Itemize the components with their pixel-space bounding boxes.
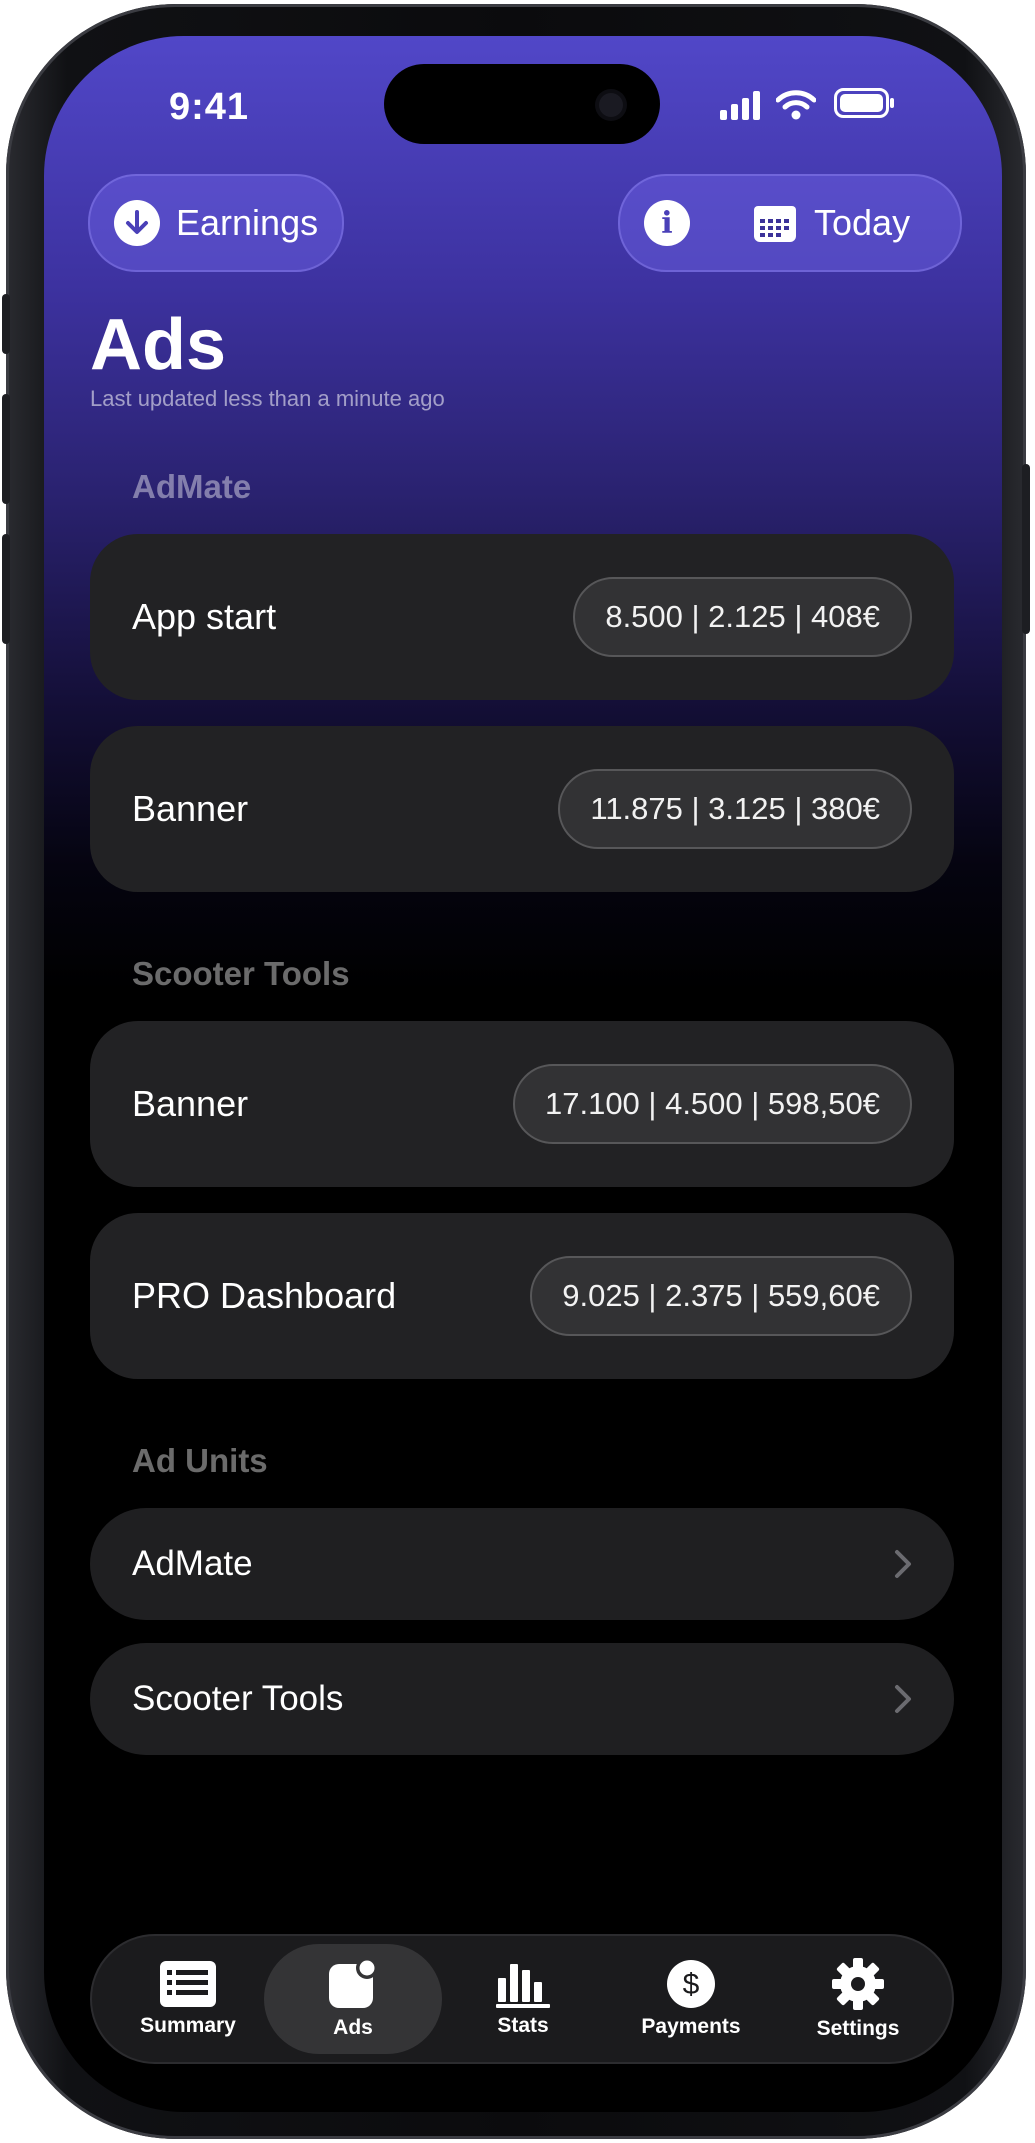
action-button	[2, 294, 10, 354]
section-title-admate: AdMate	[132, 468, 252, 505]
calendar-icon	[754, 206, 796, 242]
ads-badge-icon	[329, 1958, 378, 2008]
chevron-right-icon	[895, 1685, 911, 1713]
list-icon	[160, 1961, 216, 2007]
tab-stats[interactable]: Stats	[444, 1936, 602, 2062]
tab-summary[interactable]: Summary	[112, 1936, 264, 2062]
earnings-label: Earnings	[176, 202, 319, 243]
ad-unit-row-admate[interactable]: AdMate	[90, 1508, 954, 1620]
ad-card-label: App start	[132, 596, 277, 637]
ad-card-label: PRO Dashboard	[132, 1275, 397, 1316]
ad-card-scooter-banner[interactable]: Banner 17.100 | 4.500 | 598,50€	[90, 1021, 954, 1187]
page-title: Ads	[90, 305, 227, 385]
ad-stats-pill: 9.025 | 2.375 | 559,60€	[530, 1256, 912, 1336]
section-title-ad-units: Ad Units	[132, 1442, 268, 1479]
tab-label: Ads	[333, 2016, 373, 2039]
signal-icon	[720, 91, 760, 120]
arrow-down-circle-icon	[114, 200, 160, 246]
screen: 9:41 Earnings i Today Ads Last updated l…	[44, 36, 1002, 2112]
tab-label: Stats	[497, 2014, 549, 2037]
ad-stats-pill: 8.500 | 2.125 | 408€	[573, 577, 912, 657]
earnings-button[interactable]: Earnings	[88, 174, 344, 272]
gear-icon	[832, 1958, 884, 2010]
ad-unit-label: AdMate	[132, 1544, 253, 1583]
dollar-circle-icon: $	[667, 1960, 715, 2008]
bar-chart-icon	[496, 1964, 550, 2008]
header-right-group: i Today	[618, 174, 962, 272]
info-icon[interactable]: i	[644, 200, 690, 246]
tab-payments[interactable]: $ Payments	[602, 1936, 780, 2062]
status-time: 9:41	[168, 86, 250, 128]
chevron-right-icon	[895, 1550, 911, 1578]
volume-up-button	[2, 394, 10, 504]
last-updated-text: Last updated less than a minute ago	[90, 386, 445, 411]
camera-icon	[599, 93, 623, 117]
tab-label: Summary	[140, 2014, 236, 2037]
battery-icon	[834, 88, 894, 118]
phone-frame: 9:41 Earnings i Today Ads Last updated l…	[2, 4, 1030, 2139]
power-button	[1022, 464, 1030, 634]
tab-bar: Summary Ads Stats $ Payments Settings	[90, 1934, 954, 2064]
section-title-scooter-tools: Scooter Tools	[132, 955, 350, 992]
ad-stats-pill: 11.875 | 3.125 | 380€	[558, 769, 912, 849]
tab-settings[interactable]: Settings	[780, 1936, 936, 2062]
tab-ads[interactable]: Ads	[264, 1944, 442, 2054]
tab-label: Payments	[641, 2015, 741, 2038]
ad-stats-pill: 17.100 | 4.500 | 598,50€	[512, 1064, 912, 1144]
ad-unit-label: Scooter Tools	[132, 1679, 344, 1718]
volume-down-button	[2, 534, 10, 644]
today-label: Today	[814, 202, 911, 243]
ad-card-admate-banner[interactable]: Banner 11.875 | 3.125 | 380€	[90, 726, 954, 892]
svg-text:$: $	[683, 1968, 700, 2001]
tab-label: Settings	[816, 2017, 900, 2040]
ad-card-scooter-pro-dashboard[interactable]: PRO Dashboard 9.025 | 2.375 | 559,60€	[90, 1213, 954, 1379]
wifi-icon	[776, 90, 816, 120]
ad-card-admate-app-start[interactable]: App start 8.500 | 2.125 | 408€	[90, 534, 954, 700]
ad-card-label: Banner	[132, 788, 249, 829]
today-button[interactable]: Today	[752, 202, 910, 244]
ad-unit-row-scooter-tools[interactable]: Scooter Tools	[90, 1643, 954, 1755]
ad-card-label: Banner	[132, 1083, 249, 1124]
